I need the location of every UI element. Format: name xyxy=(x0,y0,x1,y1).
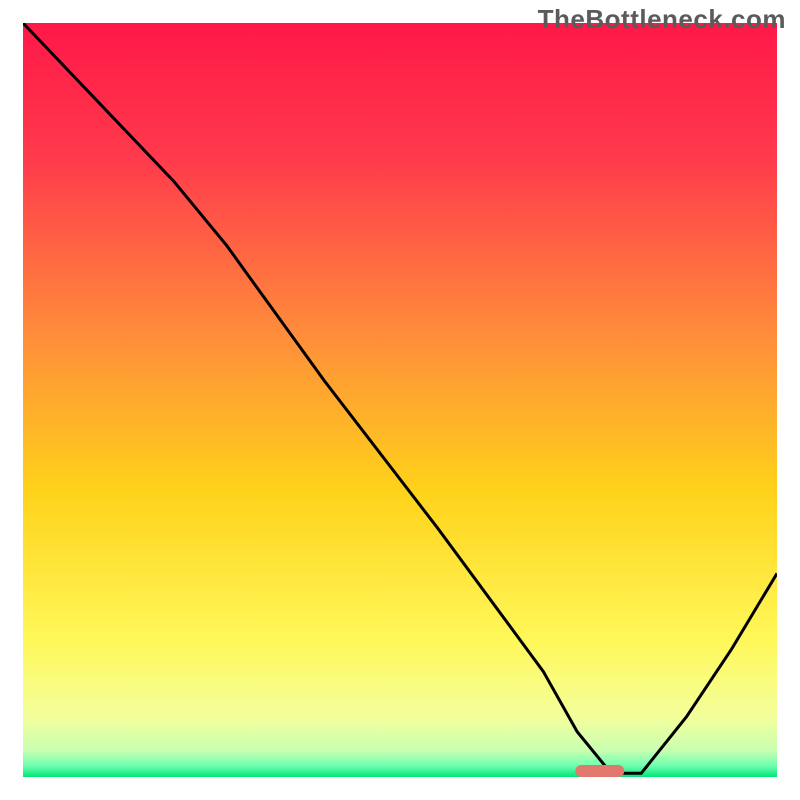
plot-svg xyxy=(23,23,777,777)
chart-stage: TheBottleneck.com xyxy=(0,0,800,800)
gradient-rect xyxy=(23,23,777,777)
marker-pill xyxy=(575,765,624,777)
plot-area xyxy=(23,23,777,777)
watermark-text: TheBottleneck.com xyxy=(538,4,786,35)
